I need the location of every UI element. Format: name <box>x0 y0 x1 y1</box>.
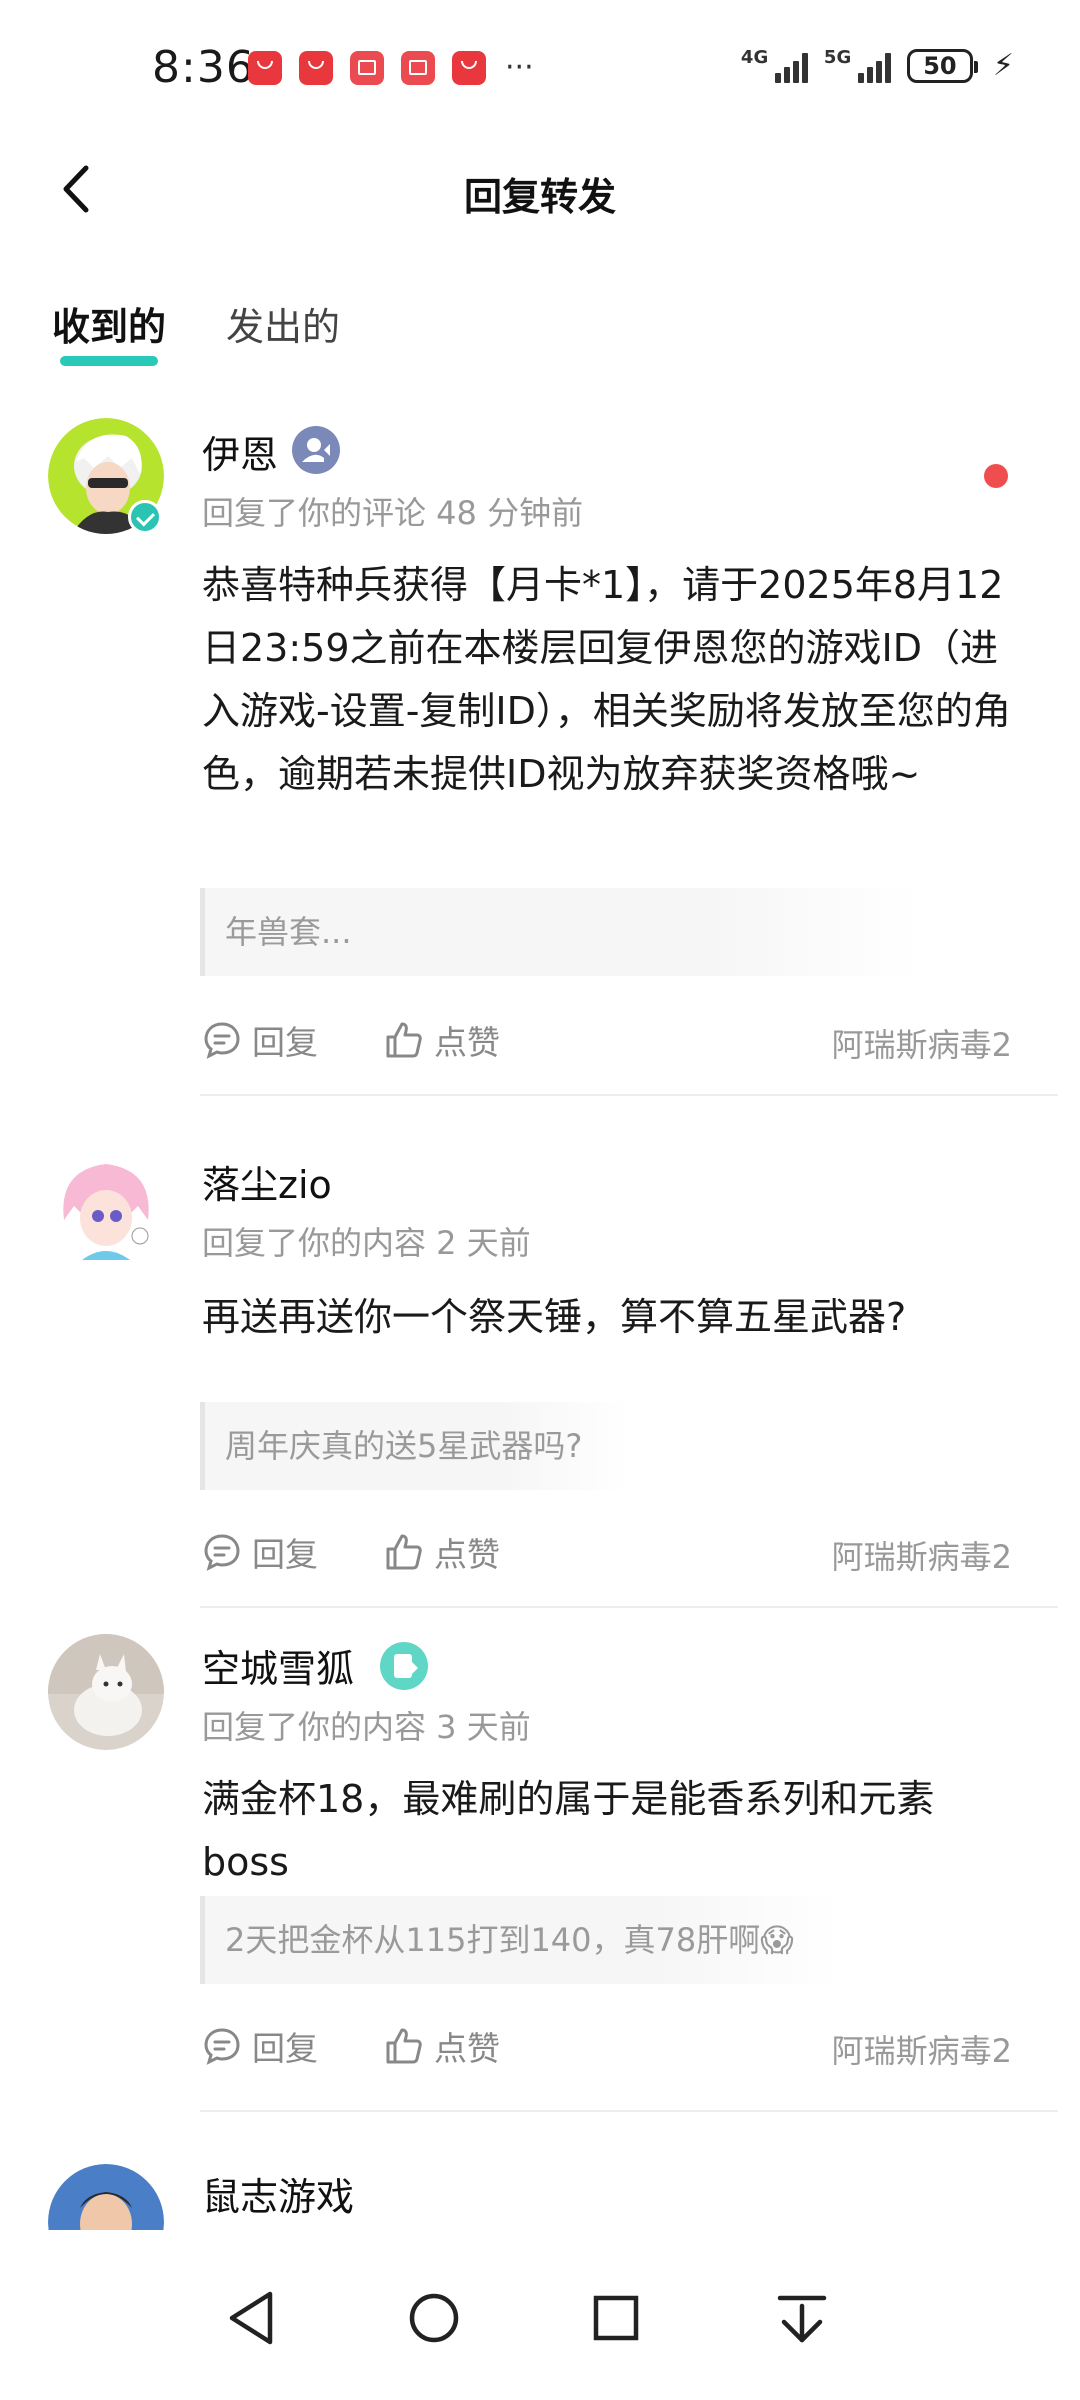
nav-back-button[interactable] <box>212 2278 292 2358</box>
battery-icon: 50 <box>906 48 978 83</box>
reply-label: 回复 <box>252 1023 318 1062</box>
status-time: 8:36 <box>152 42 255 93</box>
avatar[interactable] <box>48 2164 164 2230</box>
notification-icons: ··· <box>248 50 534 85</box>
circle-home-icon <box>409 2293 459 2343</box>
reply-card[interactable]: 落尘zio 回复了你的内容 2 天前 再送再送你一个祭天锤，算不算五星武器? 周… <box>0 1150 1080 1608</box>
reply-button[interactable]: 回复 <box>202 2022 318 2070</box>
like-button[interactable]: 点赞 <box>384 2022 500 2070</box>
quoted-comment[interactable]: 年兽套... <box>200 888 920 976</box>
like-label: 点赞 <box>434 1535 500 1574</box>
action-row: 回复 点赞 阿瑞斯病毒2 <box>202 1528 1012 1578</box>
avatar-image <box>48 1150 164 1266</box>
nav-home-button[interactable] <box>394 2278 474 2358</box>
reply-content: 恭喜特种兵获得【月卡*1】，请于2025年8月12日23:59之前在本楼层回复伊… <box>202 563 1011 796</box>
reader-icon <box>350 50 384 85</box>
reply-card[interactable]: 鼠志游戏 <box>0 2164 1080 2230</box>
reply-button[interactable]: 回复 <box>202 1528 318 1576</box>
reply-meta: 回复了你的评论 48 分钟前 <box>202 494 584 532</box>
reply-label: 回复 <box>252 2029 318 2068</box>
comment-icon <box>204 1022 240 1059</box>
username[interactable]: 落尘zio <box>202 1154 332 1209</box>
quoted-comment[interactable]: 周年庆真的送5星武器吗? <box>200 1402 630 1490</box>
source-game-link[interactable]: 阿瑞斯病毒2 <box>832 1532 1012 1578</box>
comment-icon <box>204 2028 240 2065</box>
signal-5g-icon: 5G <box>824 47 891 83</box>
status-bar: 8:36 ··· 4G 5G 50 ⚡ <box>0 0 1080 130</box>
divider <box>200 2110 1058 2112</box>
reply-label: 回复 <box>252 1535 318 1574</box>
reader-icon <box>401 50 435 85</box>
thumbs-up-icon <box>386 1534 422 1570</box>
charging-icon: ⚡ <box>992 48 1014 83</box>
pull-down-icon <box>777 2295 827 2343</box>
more-notifications-icon: ··· <box>505 50 534 85</box>
quoted-comment[interactable]: 2天把金杯从115打到140，真78肝啊😱 <box>200 1896 840 1984</box>
thumbs-up-icon <box>386 2028 422 2064</box>
reply-meta: 回复了你的内容 2 天前 <box>202 1224 531 1262</box>
tab-received[interactable]: 收到的 <box>52 296 166 366</box>
divider <box>200 1094 1058 1096</box>
like-button[interactable]: 点赞 <box>384 1016 500 1064</box>
huawei-store-icon <box>452 50 486 85</box>
reply-content: 再送再送你一个祭天锤，算不算五星武器? <box>202 1295 907 1339</box>
nav-notification-button[interactable] <box>762 2278 842 2358</box>
status-right: 4G 5G 50 ⚡ <box>741 47 1014 84</box>
reply-card[interactable]: 伊恩 回复了你的评论 48 分钟前 恭喜特种兵获得【月卡*1】，请于2025年8… <box>0 418 1080 1096</box>
page-title: 回复转发 <box>463 175 616 219</box>
nav-recents-button[interactable] <box>576 2278 656 2358</box>
action-row: 回复 点赞 阿瑞斯病毒2 <box>202 1016 1012 1066</box>
unread-dot <box>984 464 1008 488</box>
username[interactable]: 伊恩 <box>202 424 278 479</box>
verified-badge-icon <box>128 500 162 534</box>
user-badge-icon <box>380 1642 428 1690</box>
reply-card[interactable]: 空城雪狐 回复了你的内容 3 天前 满金杯18，最难刷的属于是能香系列和元素bo… <box>0 1634 1080 2134</box>
reply-meta: 回复了你的内容 3 天前 <box>202 1708 531 1746</box>
like-label: 点赞 <box>434 2029 500 2068</box>
like-label: 点赞 <box>434 1023 500 1062</box>
huawei-store-icon <box>248 50 282 85</box>
username[interactable]: 空城雪狐 <box>202 1638 354 1693</box>
thumbs-up-icon <box>386 1022 422 1058</box>
tab-sent[interactable]: 发出的 <box>226 296 340 356</box>
reply-button[interactable]: 回复 <box>202 1016 318 1064</box>
comment-icon <box>204 1534 240 1571</box>
signal-4g-icon: 4G <box>741 47 808 83</box>
tab-bar: 收到的 发出的 <box>52 296 340 366</box>
square-recents-icon <box>593 2295 639 2341</box>
username[interactable]: 鼠志游戏 <box>202 2166 354 2221</box>
header: 回复转发 <box>0 150 1080 230</box>
divider <box>200 1606 1058 1608</box>
user-badge-icon <box>292 426 340 474</box>
avatar[interactable] <box>48 1634 164 1750</box>
triangle-back-icon <box>229 2291 273 2345</box>
like-button[interactable]: 点赞 <box>384 1528 500 1576</box>
avatar-image <box>48 1634 164 1750</box>
reply-content: 满金杯18，最难刷的属于是能香系列和元素boss <box>202 1777 935 1884</box>
system-nav-bar <box>0 2230 1080 2400</box>
source-game-link[interactable]: 阿瑞斯病毒2 <box>832 2026 1012 2072</box>
avatar-image <box>48 2164 164 2230</box>
huawei-store-icon <box>299 50 333 85</box>
action-row: 回复 点赞 阿瑞斯病毒2 <box>202 2022 1012 2072</box>
source-game-link[interactable]: 阿瑞斯病毒2 <box>832 1020 1012 1066</box>
avatar[interactable] <box>48 1150 164 1266</box>
